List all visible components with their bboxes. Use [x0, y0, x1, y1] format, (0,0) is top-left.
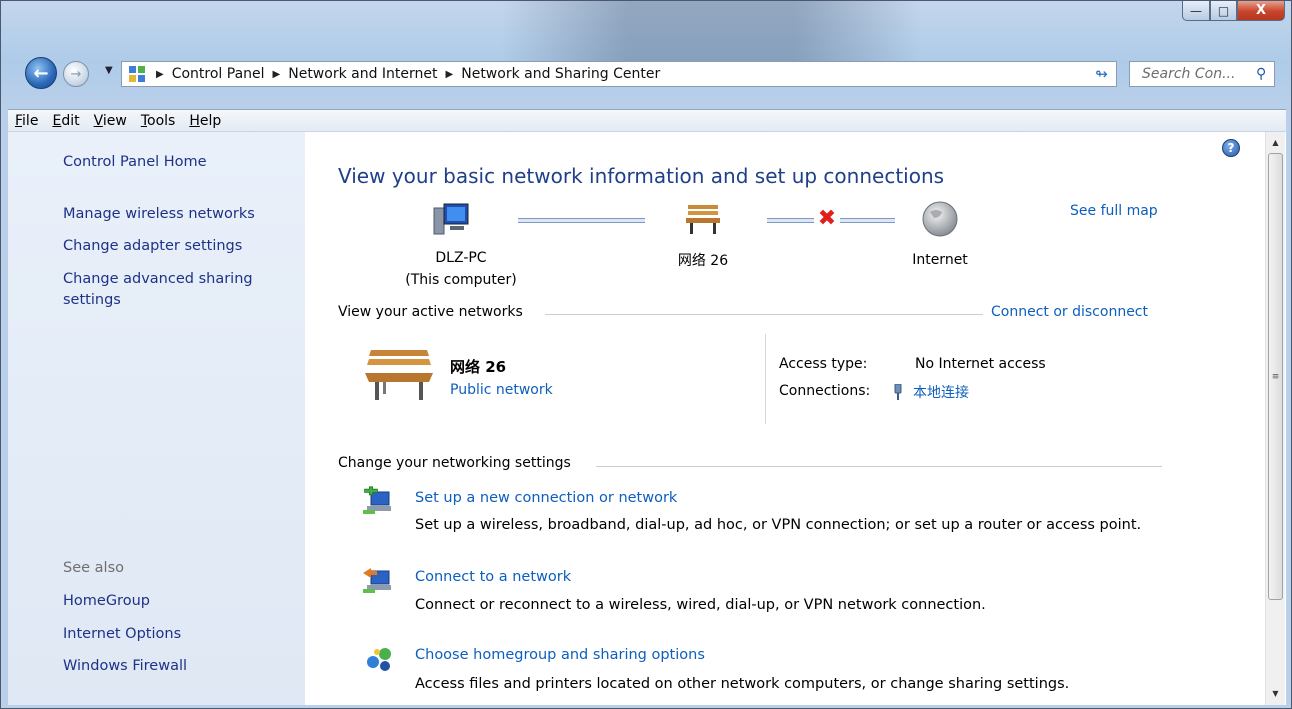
breadcrumb-control-panel[interactable]: Control Panel: [172, 66, 265, 82]
set-up-connection-link[interactable]: Set up a new connection or network: [415, 490, 677, 506]
search-input[interactable]: [1140, 65, 1254, 83]
change-settings-heading: Change your networking settings: [338, 455, 571, 471]
new-connection-icon[interactable]: [363, 486, 395, 516]
breadcrumb-network-and-internet[interactable]: Network and Internet: [288, 66, 437, 82]
vertical-scrollbar[interactable]: ▲ ≡ ▼: [1265, 132, 1285, 705]
menu-edit[interactable]: Edit: [45, 113, 86, 129]
breadcrumb: ▶ Control Panel ▶ Network and Internet ▶…: [148, 66, 660, 82]
network-adapter-icon: [893, 383, 903, 400]
vertical-divider: [765, 334, 766, 424]
globe-icon: [920, 200, 960, 242]
connections-link[interactable]: 本地连接: [893, 382, 969, 402]
search-icon[interactable]: ⚲: [1256, 66, 1266, 82]
menu-tools[interactable]: Tools: [134, 113, 183, 129]
control-panel-icon: [126, 64, 148, 84]
disconnected-x-icon: ✖: [814, 208, 840, 230]
homegroup-icon[interactable]: [363, 644, 395, 674]
connections-label: Connections:: [779, 383, 871, 399]
bench-icon: [683, 202, 723, 240]
connect-to-network-icon[interactable]: [363, 565, 395, 595]
scroll-up-arrow-icon[interactable]: ▲: [1266, 134, 1285, 151]
window: — □ X ← → ▼ ▶ Control Panel ▶ Network an…: [0, 0, 1292, 709]
network-location-link[interactable]: Public network: [450, 382, 553, 398]
back-button[interactable]: ←: [25, 57, 57, 89]
navigation-row: ← → ▼ ▶ Control Panel ▶ Network and Inte…: [1, 57, 1291, 91]
homegroup-sharing-description: Access files and printers located on oth…: [415, 676, 1070, 692]
search-box: ⚲: [1129, 61, 1275, 87]
grip-icon: ≡: [1271, 371, 1280, 382]
task-pane: Control Panel Home Manage wireless netwo…: [8, 132, 305, 705]
forward-button[interactable]: →: [63, 61, 89, 87]
menu-help[interactable]: Help: [182, 113, 228, 129]
address-bar[interactable]: ▶ Control Panel ▶ Network and Internet ▶…: [121, 61, 1117, 87]
change-advanced-sharing-link[interactable]: Change advanced sharing: [63, 271, 253, 287]
connect-to-network-description: Connect or reconnect to a wireless, wire…: [415, 597, 986, 613]
breadcrumb-network-and-sharing-center[interactable]: Network and Sharing Center: [461, 66, 660, 82]
breadcrumb-separator-icon[interactable]: ▶: [156, 69, 164, 80]
close-button[interactable]: X: [1237, 1, 1285, 21]
minimize-button[interactable]: —: [1182, 1, 1210, 21]
active-networks-heading: View your active networks: [338, 304, 523, 320]
glass-background: [501, 1, 921, 61]
caption-buttons: — □ X: [1182, 1, 1285, 23]
change-adapter-settings-link[interactable]: Change adapter settings: [63, 238, 242, 254]
scrollbar-thumb[interactable]: ≡: [1268, 153, 1283, 600]
change-advanced-sharing-link-line2[interactable]: settings: [63, 292, 121, 308]
see-also-label: See also: [63, 560, 124, 576]
menu-view[interactable]: View: [87, 113, 134, 129]
set-up-connection-description: Set up a wireless, broadband, dial-up, a…: [415, 517, 1142, 533]
menu-bar: File Edit View Tools Help: [8, 109, 1286, 132]
computer-icon: [431, 202, 471, 242]
manage-wireless-networks-link[interactable]: Manage wireless networks: [63, 206, 255, 222]
refresh-button[interactable]: ↬: [1087, 61, 1117, 87]
access-type-value: No Internet access: [915, 356, 1046, 372]
heading-rule: [596, 466, 1162, 467]
computer-subtitle: (This computer): [405, 272, 517, 288]
help-icon[interactable]: ?: [1222, 139, 1240, 157]
public-network-bench-icon[interactable]: [363, 346, 435, 410]
heading-rule: [545, 314, 983, 315]
homegroup-sharing-link[interactable]: Choose homegroup and sharing options: [415, 647, 705, 663]
recent-pages-dropdown[interactable]: ▼: [105, 65, 113, 76]
menu-file[interactable]: File: [8, 113, 45, 129]
homegroup-link[interactable]: HomeGroup: [63, 593, 150, 609]
internet-label[interactable]: Internet: [895, 252, 985, 268]
network-map-label[interactable]: 网络 26: [648, 250, 758, 270]
refresh-icon: ↬: [1095, 65, 1108, 83]
internet-options-link[interactable]: Internet Options: [63, 626, 181, 642]
content-area: Control Panel Home Manage wireless netwo…: [8, 131, 1286, 705]
back-arrow-icon: ←: [33, 62, 49, 84]
page-title: View your basic network information and …: [338, 164, 945, 188]
breadcrumb-separator-icon[interactable]: ▶: [273, 69, 281, 80]
breadcrumb-separator-icon[interactable]: ▶: [446, 69, 454, 80]
see-full-map-link[interactable]: See full map: [1070, 203, 1158, 219]
maximize-button[interactable]: □: [1210, 1, 1237, 21]
connection-line: [518, 218, 645, 223]
control-panel-home-link[interactable]: Control Panel Home: [63, 154, 207, 170]
connect-or-disconnect-link[interactable]: Connect or disconnect: [991, 304, 1148, 320]
forward-arrow-icon: →: [70, 66, 82, 82]
main-panel: View your basic network information and …: [305, 132, 1265, 705]
active-network-name: 网络 26: [450, 358, 507, 376]
computer-name: DLZ-PC: [435, 250, 487, 266]
scroll-down-arrow-icon[interactable]: ▼: [1266, 685, 1285, 702]
access-type-label: Access type:: [779, 356, 868, 372]
connections-value[interactable]: 本地连接: [913, 382, 969, 402]
connect-to-network-link[interactable]: Connect to a network: [415, 569, 571, 585]
windows-firewall-link[interactable]: Windows Firewall: [63, 658, 187, 674]
